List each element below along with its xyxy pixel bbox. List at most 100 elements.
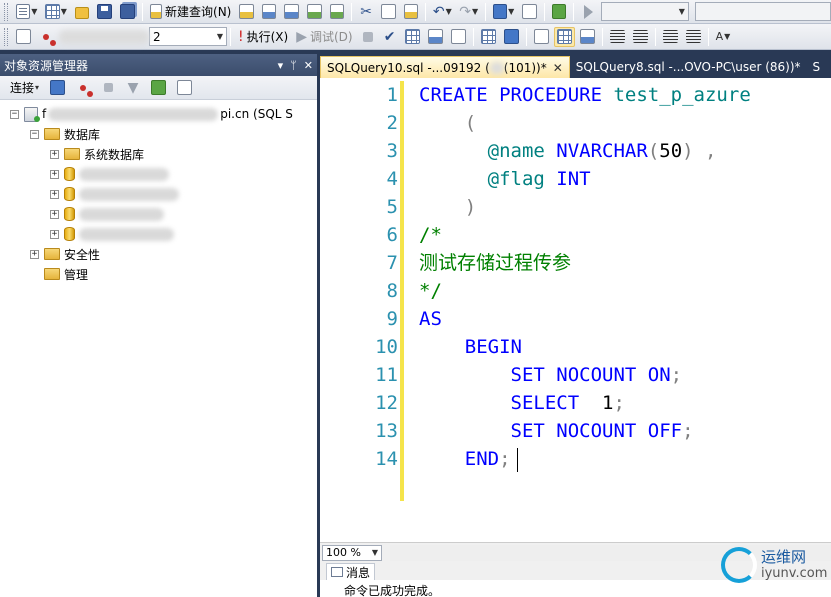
new-query-label: 新建查询(N) (165, 5, 232, 19)
watermark-logo-icon (721, 547, 757, 583)
selection-margin[interactable] (320, 78, 338, 542)
punctuation: ; (613, 392, 625, 414)
connect-dropdown-button[interactable]: 连接 ▾ (7, 78, 42, 98)
zoom-combo[interactable]: 100 % ▼ (322, 544, 382, 561)
refresh-icon (151, 80, 167, 95)
specify-template-values-button[interactable] (448, 27, 469, 47)
connect-button[interactable] (13, 27, 34, 47)
client-statistics-icon (503, 29, 519, 44)
expand-icon[interactable]: + (30, 249, 39, 259)
navigate-backward-button[interactable]: ▼ (490, 2, 517, 22)
uncomment-lines-icon (632, 30, 648, 43)
code-line: AS (419, 305, 831, 333)
display-estimated-plan-button[interactable] (402, 27, 423, 47)
mdx-query-button[interactable] (259, 2, 280, 22)
specify-values-button[interactable]: A ▼ (713, 27, 734, 47)
collapse-icon[interactable]: − (10, 109, 19, 119)
results-to-grid-button[interactable] (553, 26, 575, 47)
oe-disconnect-button[interactable] (73, 78, 93, 98)
change-tracking-bar (400, 81, 404, 501)
code-line: SELECT 1; (419, 389, 831, 417)
expand-icon[interactable]: + (50, 209, 59, 219)
tree-node-databases[interactable]: − 数据库 (0, 124, 317, 144)
tab-sqlquery10[interactable]: SQLQuery10.sql -...09192 ( (101))* ✕ (320, 56, 570, 78)
decrease-indent-button[interactable] (660, 27, 681, 47)
pin-icon[interactable]: ᛘ (290, 59, 297, 72)
redo-button[interactable]: ↷ ▼ (457, 2, 481, 22)
paste-button[interactable] (401, 2, 422, 22)
results-to-text-button[interactable] (531, 27, 552, 47)
include-client-statistics-button[interactable] (501, 27, 522, 47)
start-button[interactable] (578, 2, 598, 22)
parse-button[interactable]: ✔ (380, 27, 400, 47)
uncomment-button[interactable] (630, 27, 651, 47)
tree-node-database[interactable]: + (0, 224, 317, 244)
code-line: 测试存储过程传参 (419, 249, 831, 277)
comment-out-button[interactable] (607, 27, 628, 47)
available-databases-combo[interactable]: 2 ▼ (149, 27, 227, 46)
oe-filter-button[interactable]: ▼ (123, 78, 143, 98)
find-combo[interactable] (694, 2, 831, 21)
expand-icon[interactable]: + (50, 229, 59, 239)
oe-connect-button[interactable] (47, 78, 68, 98)
messages-tab-label: 消息 (346, 565, 371, 580)
disconnect-button[interactable] (36, 27, 56, 47)
cut-button[interactable]: ✂ (356, 2, 376, 22)
collapse-icon[interactable]: − (30, 129, 39, 139)
dmx-query-button[interactable] (281, 2, 302, 22)
code-lines[interactable]: CREATE PROCEDURE test_p_azure ( @name NV… (419, 81, 831, 473)
undo-button[interactable]: ↶ ▼ (430, 2, 454, 22)
cancel-query-button[interactable] (358, 27, 378, 47)
tree-node-database[interactable]: + (0, 164, 317, 184)
activity-monitor-button[interactable] (549, 2, 570, 22)
actual-plan-icon (480, 29, 496, 44)
debug-button[interactable]: ▶ 调试(D) (293, 27, 355, 47)
xmla-query-button[interactable] (304, 2, 325, 22)
close-tab-icon[interactable]: ✕ (553, 61, 563, 75)
toolbar-separator (707, 27, 709, 46)
tree-node-management[interactable]: 管理 (0, 264, 317, 284)
expand-icon[interactable]: + (50, 169, 59, 179)
results-to-file-button[interactable] (577, 27, 598, 47)
oe-stop-button[interactable] (98, 78, 118, 98)
expand-icon[interactable]: + (50, 189, 59, 199)
message-icon (331, 567, 343, 577)
tree-node-database[interactable]: + (0, 204, 317, 224)
solution-configuration-combo[interactable]: ▼ (601, 2, 689, 21)
database-engine-query-button[interactable] (236, 2, 257, 22)
toolbar-grip[interactable] (4, 2, 8, 21)
analysis-query-button[interactable] (327, 2, 348, 22)
new-query-button[interactable]: 新建查询(N) (147, 2, 235, 22)
sql-editor[interactable]: 1 2 3 4 5 6 7 8 9 10 11 12 13 14 CREATE … (320, 78, 831, 542)
save-button[interactable] (94, 2, 115, 22)
tree-node-server[interactable]: − f pi.cn (SQL S (0, 104, 317, 124)
toolbar-separator (654, 27, 656, 46)
tab-sqlquery8[interactable]: SQLQuery8.sql -...OVO-PC\user (86))* (570, 56, 807, 78)
execute-button[interactable]: ! 执行(X) (235, 27, 291, 47)
open-file-button[interactable] (72, 2, 93, 22)
tree-node-security[interactable]: + 安全性 (0, 244, 317, 264)
window-position-icon[interactable]: ▾ (278, 59, 284, 72)
include-actual-plan-button[interactable] (478, 27, 499, 47)
tree-node-database[interactable]: + (0, 184, 317, 204)
oe-summary-button[interactable] (174, 78, 195, 98)
query-designer-button[interactable] (425, 27, 446, 47)
tree-node-system-databases[interactable]: + 系统数据库 (0, 144, 317, 164)
increase-indent-button[interactable] (683, 27, 704, 47)
add-item-button[interactable]: ▼ (42, 2, 69, 22)
expand-icon[interactable]: + (50, 149, 59, 159)
new-project-button[interactable]: ▼ (13, 2, 40, 22)
tab-overflow[interactable]: S (807, 56, 827, 78)
toolbar-grip[interactable] (4, 27, 8, 46)
oe-refresh-button[interactable] (148, 78, 169, 98)
tab-messages[interactable]: 消息 (326, 563, 376, 580)
code-line: */ (419, 277, 831, 305)
standard-toolbar: ▼ ▼ 新建查询(N) ✂ ↶ ▼ ↷ ▼ ▼ ▼ (0, 0, 831, 24)
close-icon[interactable]: ✕ (304, 59, 313, 72)
navigate-forward-button[interactable] (519, 2, 540, 22)
server-name-prefix: f (42, 107, 47, 121)
line-number: 2 (386, 112, 398, 134)
save-all-button[interactable] (117, 2, 138, 22)
copy-button[interactable] (378, 2, 399, 22)
tree-label-databases: 数据库 (64, 127, 101, 142)
